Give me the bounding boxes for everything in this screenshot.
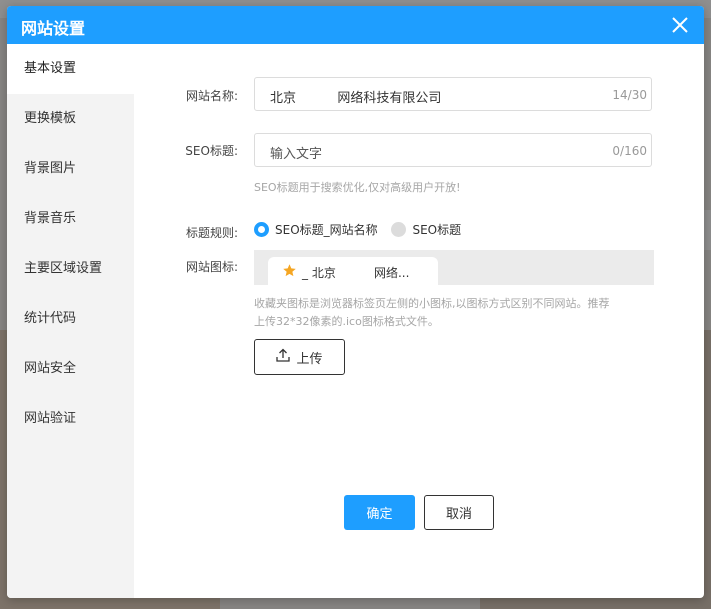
site-name-value: 北京 网络科技有限公司 [270,91,442,106]
sidebar-item-label: 网站验证 [24,411,77,426]
settings-main: 网站名称: 北京 网络科技有限公司 14/30 SEO标题: 输入文字 0/16… [134,44,704,598]
sidebar-item-basic-settings[interactable]: 基本设置 [7,44,134,94]
upload-label: 上传 [296,351,323,367]
sidebar-item-change-template[interactable]: 更换模板 [7,94,134,144]
sidebar-item-label: 主要区域设置 [24,261,103,276]
upload-icon [276,348,296,366]
sidebar-item-label: 基本设置 [24,61,77,76]
sidebar-item-background-image[interactable]: 背景图片 [7,144,134,194]
sidebar-item-label: 网站安全 [24,361,77,376]
seo-title-input[interactable]: 输入文字 0/160 [254,133,652,167]
title-rule-radio-group: SEO标题_网站名称 SEO标题 [254,221,471,241]
sidebar-item-label: 统计代码 [24,311,77,326]
radio-label: SEO标题_网站名称 [275,223,378,237]
confirm-button[interactable]: 确定 [344,495,415,530]
seo-title-label: SEO标题: [185,144,238,158]
sidebar-item-background-music[interactable]: 背景音乐 [7,194,134,244]
dialog-header: 网站设置 [7,6,704,44]
favicon-tab-title: _ 北京 网络... [302,266,410,280]
radio-label: SEO标题 [412,223,462,237]
sidebar-item-label: 背景图片 [24,161,77,176]
sidebar-item-statistics-code[interactable]: 统计代码 [7,294,134,344]
seo-title-char-count: 0/160 [612,144,647,158]
sidebar-item-label: 更换模板 [24,111,77,126]
seo-title-hint: SEO标题用于搜索优化,仅对高级用户开放! [254,181,461,194]
favicon-preview-bar: _ 北京 网络... [254,250,654,285]
title-rule-label: 标题规则: [185,226,238,240]
sidebar-item-label: 背景音乐 [24,211,77,226]
site-settings-dialog: 网站设置 基本设置 更换模板 背景图片 背景音乐 主要区域设置 统计代码 网站安… [7,6,704,598]
favicon-hint-line2: 上传32*32像素的.ico图标格式文件。 [254,315,439,328]
dialog-title: 网站设置 [21,19,86,38]
favicon-hint-line1: 收藏夹图标是浏览器标签页左侧的小图标,以图标方式区别不同网站。推荐 [254,297,610,310]
sidebar-item-site-security[interactable]: 网站安全 [7,344,134,394]
favicon-preview-tab: _ 北京 网络... [268,257,438,285]
sidebar-item-main-area-settings[interactable]: 主要区域设置 [7,244,134,294]
seo-title-placeholder: 输入文字 [270,147,323,162]
favicon-label: 网站图标: [185,260,238,274]
site-name-char-count: 14/30 [612,88,647,102]
close-icon[interactable] [670,15,690,35]
settings-sidebar: 基本设置 更换模板 背景图片 背景音乐 主要区域设置 统计代码 网站安全 网站验… [7,44,134,598]
upload-button[interactable]: 上传 [254,339,345,375]
star-icon [282,263,297,282]
radio-unselected-icon [391,222,407,237]
cancel-button[interactable]: 取消 [424,495,494,530]
site-name-input[interactable]: 北京 网络科技有限公司 14/30 [254,77,652,111]
radio-seo-title[interactable]: SEO标题 [391,221,461,238]
sidebar-item-site-verification[interactable]: 网站验证 [7,394,134,444]
radio-seo-title-site-name[interactable]: SEO标题_网站名称 [254,221,378,238]
radio-selected-icon [254,222,269,237]
site-name-label: 网站名称: [185,89,238,103]
